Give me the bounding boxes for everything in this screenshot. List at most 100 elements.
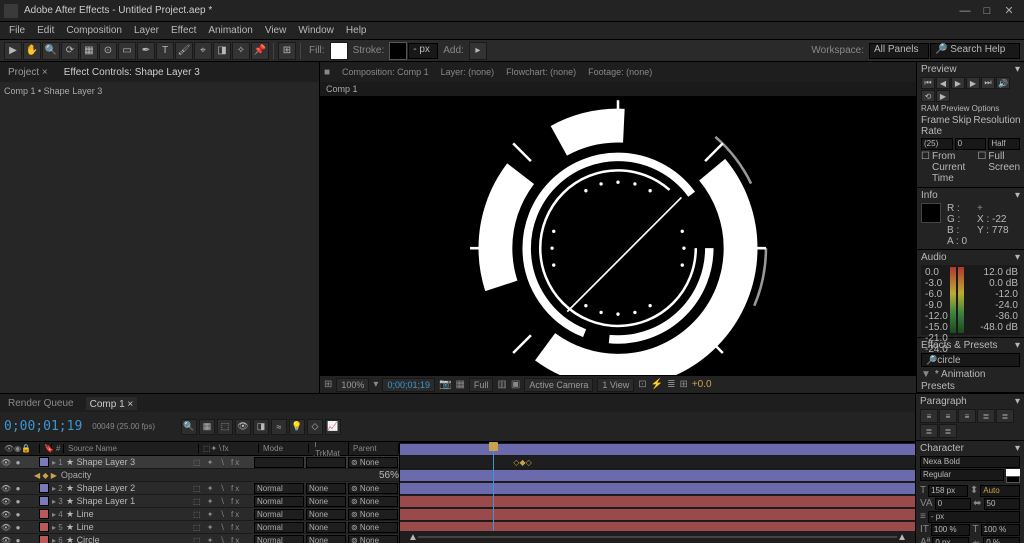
layer-tab[interactable]: Layer: (none) (441, 67, 495, 77)
snapshot-icon[interactable]: 📷 (439, 379, 451, 390)
flowchart-tab[interactable]: Flowchart: (none) (506, 67, 576, 77)
camera-tool-icon[interactable]: ▦ (80, 42, 98, 60)
char-stroke-input[interactable]: - px (928, 511, 1020, 523)
snap-icon[interactable]: ⊞ (278, 42, 296, 60)
pixel-aspect-icon[interactable]: ⊡ (638, 379, 646, 390)
kerning-input[interactable]: 0 (935, 498, 972, 510)
project-tab[interactable]: Project × (4, 67, 52, 78)
graph-editor-icon[interactable]: 📈 (325, 419, 341, 435)
fill-color-swatch[interactable] (1006, 469, 1020, 476)
layer-property-row[interactable]: ◀ ◆ ▶Opacity56% (0, 469, 399, 482)
fullscreen-checkbox[interactable]: Full Screen (988, 151, 1020, 184)
layer-row[interactable]: 👁● ▸ 3 ★ Shape Layer 1 ⬚ ✦ ∖ fx Normal N… (0, 495, 399, 508)
camera-dropdown[interactable]: Active Camera (524, 378, 593, 392)
zoom-dropdown[interactable]: 100% (336, 378, 369, 392)
from-current-checkbox[interactable]: From Current Time (932, 151, 975, 184)
timeline-tracks[interactable]: :00s01s02s03s04s05s06s07s08s09s ◇◆◇ ▲▲ (400, 442, 915, 543)
timecode-display[interactable]: 0;00;01;19 (382, 378, 435, 392)
leading-input[interactable]: Auto (980, 485, 1020, 497)
shape-tool-icon[interactable]: ▭ (118, 42, 136, 60)
mask-icon[interactable]: ▣ (511, 379, 520, 390)
font-family-dropdown[interactable]: Nexa Bold (920, 456, 1020, 468)
prev-frame-button[interactable]: ◀ (936, 77, 950, 89)
menu-view[interactable]: View (260, 25, 292, 36)
preview-resolution-dropdown[interactable]: Half (988, 138, 1020, 150)
tracking-input[interactable]: 50 (984, 498, 1021, 510)
align-right-icon[interactable]: ≡ (958, 409, 976, 423)
baseline-input[interactable]: 0 px (932, 537, 969, 543)
effect-controls-tab[interactable]: Effect Controls: Shape Layer 3 (60, 67, 204, 78)
type-tool-icon[interactable]: T (156, 42, 174, 60)
composition-viewer[interactable] (320, 96, 916, 375)
layer-row[interactable]: 👁● ▸ 1 ★ Shape Layer 3 ⬚ ✦ ∖ fx ⊚ None (0, 456, 399, 469)
eraser-tool-icon[interactable]: ◨ (213, 42, 231, 60)
exposure-value[interactable]: +0.0 (692, 379, 712, 390)
justify-left-icon[interactable]: ≣ (977, 409, 995, 423)
magnify-icon[interactable]: ⊞ (324, 379, 332, 390)
stroke-width-input[interactable]: - px (408, 43, 438, 59)
transparency-icon[interactable]: ▥ (497, 379, 506, 390)
track-row[interactable]: ◇◆◇ (400, 456, 915, 469)
timeline-zoom-slider[interactable]: ▲▲ (400, 531, 915, 543)
draft3d-icon[interactable]: ⬚ (217, 419, 233, 435)
hide-shy-icon[interactable]: 👁 (235, 419, 251, 435)
menu-animation[interactable]: Animation (203, 25, 257, 36)
last-frame-button[interactable]: ⏭ (981, 77, 995, 89)
footage-tab[interactable]: Footage: (none) (588, 67, 652, 77)
views-dropdown[interactable]: 1 View (597, 378, 634, 392)
render-queue-tab[interactable]: Render Queue (4, 398, 78, 409)
comp-tab[interactable]: Composition: Comp 1 (342, 67, 429, 77)
selection-tool-icon[interactable]: ▶ (4, 42, 22, 60)
menu-edit[interactable]: Edit (32, 25, 59, 36)
motion-blur-icon[interactable]: ≈ (271, 419, 287, 435)
justify-right-icon[interactable]: ≣ (920, 424, 938, 438)
layer-row[interactable]: 👁● ▸ 6 ★ Circle ⬚ ✦ ∖ fx Normal None ⊚ N… (0, 534, 399, 543)
puppet-tool-icon[interactable]: 📌 (251, 42, 269, 60)
framerate-dropdown[interactable]: (25) (921, 138, 953, 150)
effects-search-input[interactable]: 🔎 circle (921, 353, 1020, 367)
comp-flowchart-icon[interactable]: ⊞ (679, 379, 687, 390)
fast-preview-icon[interactable]: ⚡ (651, 379, 663, 390)
workspace-dropdown[interactable]: All Panels (869, 43, 929, 59)
layer-row[interactable]: 👁● ▸ 4 ★ Line ⬚ ✦ ∖ fx Normal None ⊚ Non… (0, 508, 399, 521)
track-row[interactable] (400, 482, 915, 495)
track-row[interactable] (400, 495, 915, 508)
timeline-icon[interactable]: ≣ (667, 379, 675, 390)
roto-tool-icon[interactable]: ✧ (232, 42, 250, 60)
minimize-button[interactable]: — (954, 3, 976, 19)
track-row[interactable] (400, 508, 915, 521)
maximize-button[interactable]: □ (976, 3, 998, 19)
panel-menu-icon[interactable]: ▾ (1015, 396, 1020, 407)
next-frame-button[interactable]: ▶ (966, 77, 980, 89)
resolution-dropdown[interactable]: Full (469, 378, 494, 392)
current-time[interactable]: 0;00;01;19 (4, 419, 82, 434)
loop-button[interactable]: ⟲ (921, 90, 935, 102)
brainstorm-icon[interactable]: 💡 (289, 419, 305, 435)
playhead[interactable] (493, 442, 494, 543)
panel-menu-icon[interactable]: ▾ (1015, 64, 1020, 75)
source-name-header[interactable]: Source Name (64, 444, 199, 453)
search-layers-icon[interactable]: 🔍 (181, 419, 197, 435)
track-row[interactable] (400, 443, 915, 456)
mode-header[interactable]: Mode (259, 444, 309, 453)
preset-tree-item[interactable]: ▼* Animation Presets (921, 369, 1020, 393)
menu-window[interactable]: Window (293, 25, 339, 36)
panel-menu-icon[interactable]: ▾ (1015, 252, 1020, 263)
auto-keyframe-icon[interactable]: ◇ (307, 419, 323, 435)
panel-menu-icon[interactable]: ▾ (1015, 190, 1020, 201)
font-style-dropdown[interactable]: Regular (920, 469, 1004, 481)
first-frame-button[interactable]: ⏮ (921, 77, 935, 89)
skip-dropdown[interactable]: 0 (955, 138, 987, 150)
fill-swatch[interactable] (330, 42, 348, 60)
font-size-input[interactable]: 158 px (928, 485, 968, 497)
track-row[interactable] (400, 469, 915, 482)
hand-tool-icon[interactable]: ✋ (23, 42, 41, 60)
menu-file[interactable]: File (4, 25, 30, 36)
pan-behind-tool-icon[interactable]: ⊙ (99, 42, 117, 60)
pen-tool-icon[interactable]: ✒ (137, 42, 155, 60)
layer-row[interactable]: 👁● ▸ 5 ★ Line ⬚ ✦ ∖ fx Normal None ⊚ Non… (0, 521, 399, 534)
menu-help[interactable]: Help (341, 25, 372, 36)
search-help-input[interactable]: 🔎 Search Help (930, 43, 1020, 59)
rotate-tool-icon[interactable]: ⟳ (61, 42, 79, 60)
play-button[interactable]: ▶ (951, 77, 965, 89)
